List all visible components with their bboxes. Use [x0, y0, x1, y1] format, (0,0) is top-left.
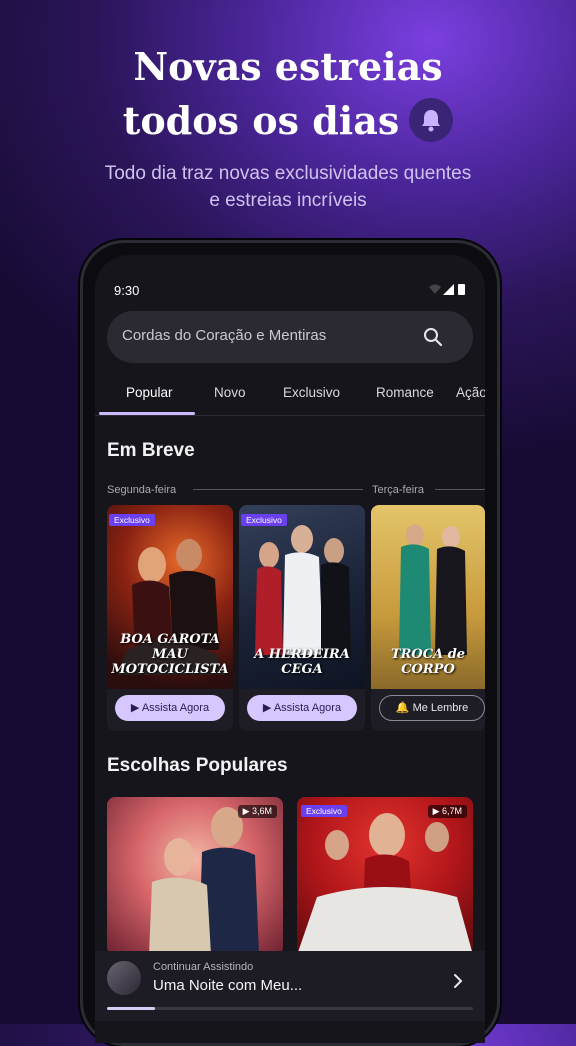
- poster-image[interactable]: TROCA de CORPO: [371, 505, 485, 689]
- watch-now-button[interactable]: ▶ Assista Agora: [115, 695, 225, 721]
- views-badge: ▶ 3,6M: [237, 805, 277, 818]
- hero-subtitle: Todo dia traz novas exclusividades quent…: [40, 160, 536, 214]
- tab-romance[interactable]: Romance: [376, 385, 434, 400]
- hero-subtitle-line2: e estreias incríveis: [209, 190, 367, 211]
- day-label-tuesday: Terça-feira: [372, 484, 424, 496]
- tab-novo[interactable]: Novo: [214, 385, 246, 400]
- poster-image[interactable]: Exclusivo BOA GAROTA MAU MOTOCICLISTA: [107, 505, 233, 689]
- tab-exclusivo[interactable]: Exclusivo: [283, 385, 340, 400]
- continue-label: Continuar Assistindo: [153, 961, 254, 973]
- popular-card[interactable]: Exclusivo ▶ 6,7M: [297, 797, 473, 955]
- continue-progress-fill: [107, 1007, 155, 1010]
- views-count: 6,7M: [441, 806, 462, 816]
- play-icon: ▶: [130, 702, 142, 714]
- poster-title: TROCA de CORPO: [390, 647, 466, 677]
- poster-title: A HERDEIRA CEGA: [254, 647, 350, 677]
- watch-now-label: Assista Agora: [141, 702, 210, 714]
- watch-now-label: Assista Agora: [273, 702, 342, 714]
- remind-me-label: Me Lembre: [412, 702, 469, 714]
- search-input[interactable]: Cordas do Coração e Mentiras: [122, 327, 326, 344]
- exclusive-badge: Exclusivo: [109, 514, 155, 526]
- day-label-monday: Segunda-feira: [107, 484, 177, 496]
- tab-popular[interactable]: Popular: [126, 385, 173, 400]
- poster-title: BOA GAROTA MAU MOTOCICLISTA: [111, 632, 229, 677]
- remind-me-button[interactable]: 🔔 Me Lembre: [379, 695, 485, 721]
- exclusive-badge: Exclusivo: [301, 805, 347, 817]
- status-icons: [427, 281, 467, 300]
- hero-title-line1: Novas estreias: [133, 44, 443, 89]
- hero-title-line2-text: todos os dias: [122, 98, 400, 143]
- section-title-popular-picks: Escolhas Populares: [107, 755, 288, 776]
- day-divider: [435, 489, 485, 490]
- hero-title-line2: todos os dias: [0, 94, 576, 148]
- category-tabs: Popular Novo Exclusivo Romance Ação: [95, 381, 485, 416]
- watch-now-button[interactable]: ▶ Assista Agora: [247, 695, 357, 721]
- coming-soon-card[interactable]: Exclusivo BOA GAROTA MAU MOTOCICLISTA ▶ …: [107, 505, 233, 731]
- bell-icon: [409, 97, 454, 142]
- active-tab-indicator: [99, 412, 195, 415]
- day-divider: [193, 489, 363, 490]
- popular-card[interactable]: ▶ 3,6M: [107, 797, 283, 955]
- bell-icon: 🔔: [395, 702, 413, 714]
- tab-acao[interactable]: Ação: [456, 385, 485, 400]
- views-count: 3,6M: [251, 806, 272, 816]
- poster-image[interactable]: Exclusivo A HERDEIRA CEGA: [239, 505, 365, 689]
- phone-screen: 9:30 Cordas do Coração e Mentiras Popula…: [95, 255, 485, 1043]
- search-icon[interactable]: [423, 327, 443, 351]
- search-bar[interactable]: Cordas do Coração e Mentiras: [107, 311, 473, 363]
- status-time: 9:30: [114, 283, 140, 298]
- section-title-coming-soon: Em Breve: [107, 440, 195, 461]
- continue-title: Uma Noite com Meu...: [153, 977, 303, 994]
- signal-icon: [443, 284, 454, 295]
- play-icon: ▶: [262, 702, 274, 714]
- exclusive-badge: Exclusivo: [241, 514, 287, 526]
- continue-progress-track: [107, 1007, 473, 1010]
- coming-soon-card[interactable]: TROCA de CORPO 🔔 Me Lembre: [371, 505, 485, 731]
- coming-soon-card[interactable]: Exclusivo A HERDEIRA CEGA ▶ Assista Agor…: [239, 505, 365, 731]
- views-badge: ▶ 6,7M: [427, 805, 467, 818]
- hero-title: Novas estreias todos os dias: [0, 40, 576, 148]
- phone-frame: 9:30 Cordas do Coração e Mentiras Popula…: [80, 240, 500, 1046]
- continue-watching-bar[interactable]: Continuar Assistindo Uma Noite com Meu..…: [95, 951, 485, 1021]
- chevron-right-icon[interactable]: [453, 973, 463, 993]
- hero-subtitle-line1: Todo dia traz novas exclusividades quent…: [104, 163, 472, 184]
- wifi-icon: [429, 284, 441, 294]
- battery-icon: [458, 284, 465, 295]
- continue-thumbnail: [107, 961, 141, 995]
